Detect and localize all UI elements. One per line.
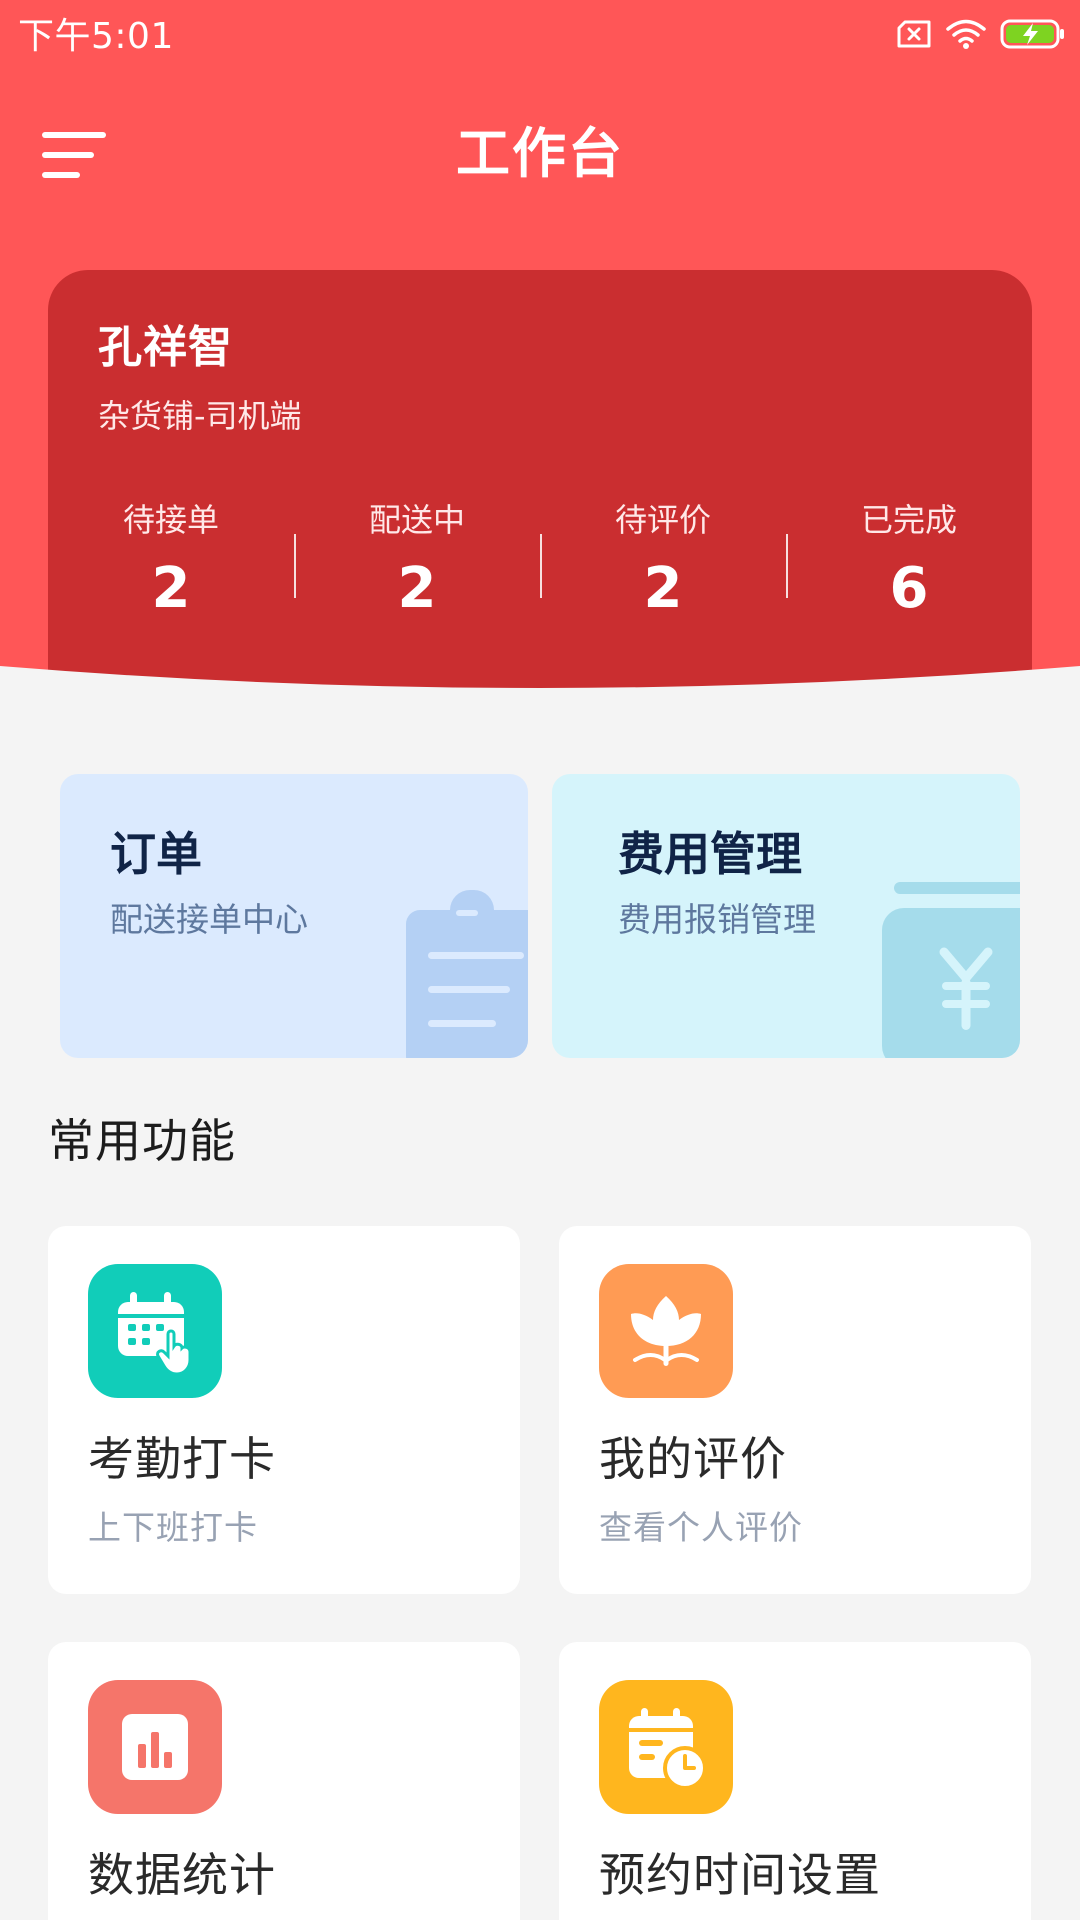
battery-charging-icon [1000,19,1064,49]
user-name: 孔祥智 [98,322,233,373]
status-icons [896,18,1066,50]
order-stats: 待接单 2 配送中 2 待评价 2 已完成 6 [48,498,1032,628]
fees-card-title: 费用管理 [618,827,802,881]
stat-value: 2 [643,556,683,621]
status-bar: 下午5:01 [0,0,1080,74]
stat-value: 2 [397,556,437,621]
data-statistics-title: 数据统计 [88,1848,276,1902]
appointment-time-card[interactable]: 预约时间设置 [559,1642,1031,1920]
schedule-clock-icon [599,1680,733,1814]
section-title-common-functions: 常用功能 [48,1114,236,1168]
bar-chart-icon [88,1680,222,1814]
stat-value: 2 [151,556,191,621]
orders-card-subtitle: 配送接单中心 [110,900,308,939]
stat-pending-review[interactable]: 待评价 2 [540,498,786,628]
my-reviews-subtitle: 查看个人评价 [599,1508,803,1547]
stat-label: 待评价 [614,501,711,539]
stat-value: 6 [889,556,929,621]
orders-card-title: 订单 [110,827,202,881]
appointment-time-title: 预约时间设置 [599,1848,881,1902]
page-title: 工作台 [456,122,624,185]
calendar-tap-icon [88,1264,222,1398]
stat-label: 配送中 [368,501,465,539]
sim-card-x-icon [897,20,931,48]
status-time: 下午5:01 [18,16,174,57]
attendance-card[interactable]: 考勤打卡 上下班打卡 [48,1226,520,1594]
orders-card[interactable]: 订单 配送接单中心 [60,774,528,1058]
clipboard-icon [406,890,528,1058]
wallet-yen-icon [882,882,1020,1058]
wifi-icon [946,19,986,49]
user-role: 杂货铺-司机端 [98,397,302,435]
attendance-title: 考勤打卡 [88,1432,276,1486]
my-reviews-title: 我的评价 [599,1432,787,1486]
header-curve [0,666,1080,760]
fees-card[interactable]: 费用管理 费用报销管理 [552,774,1020,1058]
my-reviews-card[interactable]: 我的评价 查看个人评价 [559,1226,1031,1594]
stat-completed[interactable]: 已完成 6 [786,498,1032,628]
data-statistics-card[interactable]: 数据统计 [48,1642,520,1920]
workbench-page: 下午5:01 工作台 孔祥智 杂货铺-司机端 待接单 2 配送中 2 待评价 2… [0,0,1080,1920]
stat-label: 已完成 [860,501,957,539]
fees-card-subtitle: 费用报销管理 [618,900,816,939]
stat-pending-accept[interactable]: 待接单 2 [48,498,294,628]
flower-icon [599,1264,733,1398]
stat-delivering[interactable]: 配送中 2 [294,498,540,628]
stat-label: 待接单 [122,501,219,539]
attendance-subtitle: 上下班打卡 [88,1508,258,1547]
